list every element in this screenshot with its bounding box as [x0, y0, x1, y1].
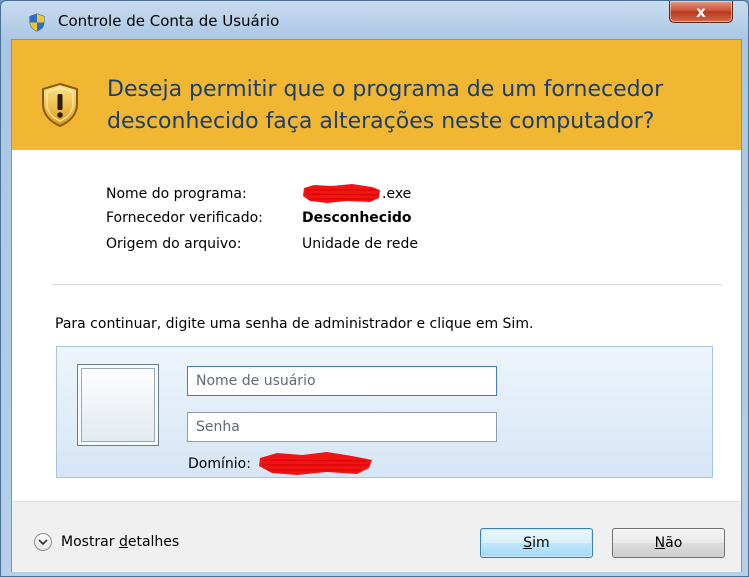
- publisher-row: Fornecedor verificado: Desconhecido: [106, 210, 412, 226]
- yes-mnemonic: S: [523, 535, 533, 551]
- show-details-rest: etalhes: [127, 534, 180, 550]
- window-title: Controle de Conta de Usuário: [58, 12, 280, 30]
- show-details-prefix: Mostrar: [61, 534, 119, 550]
- show-details-mnemonic: d: [118, 534, 128, 550]
- uac-shield-icon: [29, 13, 45, 32]
- origin-row: Origem do arquivo: Unidade de rede: [106, 236, 418, 252]
- password-input[interactable]: [187, 412, 497, 442]
- close-button[interactable]: x: [669, 1, 733, 23]
- uac-question: Deseja permitir que o programa de um for…: [107, 74, 727, 138]
- publisher-label: Fornecedor verificado:: [106, 210, 263, 226]
- yes-rest: im: [532, 535, 550, 551]
- origin-value: Unidade de rede: [302, 236, 418, 252]
- no-rest: ão: [665, 535, 683, 551]
- username-input[interactable]: [187, 366, 497, 396]
- origin-label: Origem do arquivo:: [106, 236, 242, 252]
- warning-shield-icon: [42, 82, 78, 128]
- show-details-label[interactable]: Mostrar detalhes: [61, 534, 179, 550]
- domain-row: Domínio:: [188, 452, 375, 476]
- program-name-suffix: .exe: [382, 186, 412, 202]
- user-tile: [77, 364, 159, 446]
- no-button[interactable]: Não: [612, 528, 725, 558]
- instruction-text: Para continuar, digite uma senha de admi…: [55, 316, 534, 332]
- credentials-panel: Domínio:: [56, 346, 713, 478]
- dialog-content: Deseja permitir que o programa de um for…: [11, 39, 742, 572]
- separator: [52, 284, 722, 285]
- uac-banner: Deseja permitir que o programa de um for…: [12, 40, 741, 150]
- domain-label: Domínio:: [188, 456, 251, 472]
- yes-button[interactable]: Sim: [480, 528, 593, 558]
- no-mnemonic: N: [654, 535, 666, 551]
- show-details-toggle[interactable]: Mostrar detalhes: [34, 530, 179, 554]
- question-line-2: desconhecido faça alterações neste compu…: [107, 109, 655, 134]
- title-bar[interactable]: Controle de Conta de Usuário x: [1, 1, 748, 39]
- dialog-footer: Mostrar detalhes Sim Não: [12, 501, 741, 572]
- redacted-domain-value: [259, 452, 373, 475]
- publisher-value: Desconhecido: [302, 210, 412, 226]
- question-line-1: Deseja permitir que o programa de um for…: [107, 77, 664, 102]
- chevron-down-icon[interactable]: [34, 533, 52, 551]
- program-name-row: Nome do programa: .exe: [106, 184, 411, 204]
- uac-dialog-window: Controle de Conta de Usuário x Deseja pe…: [0, 0, 749, 577]
- program-name-label: Nome do programa:: [106, 186, 247, 202]
- redacted-program-name: [303, 184, 380, 203]
